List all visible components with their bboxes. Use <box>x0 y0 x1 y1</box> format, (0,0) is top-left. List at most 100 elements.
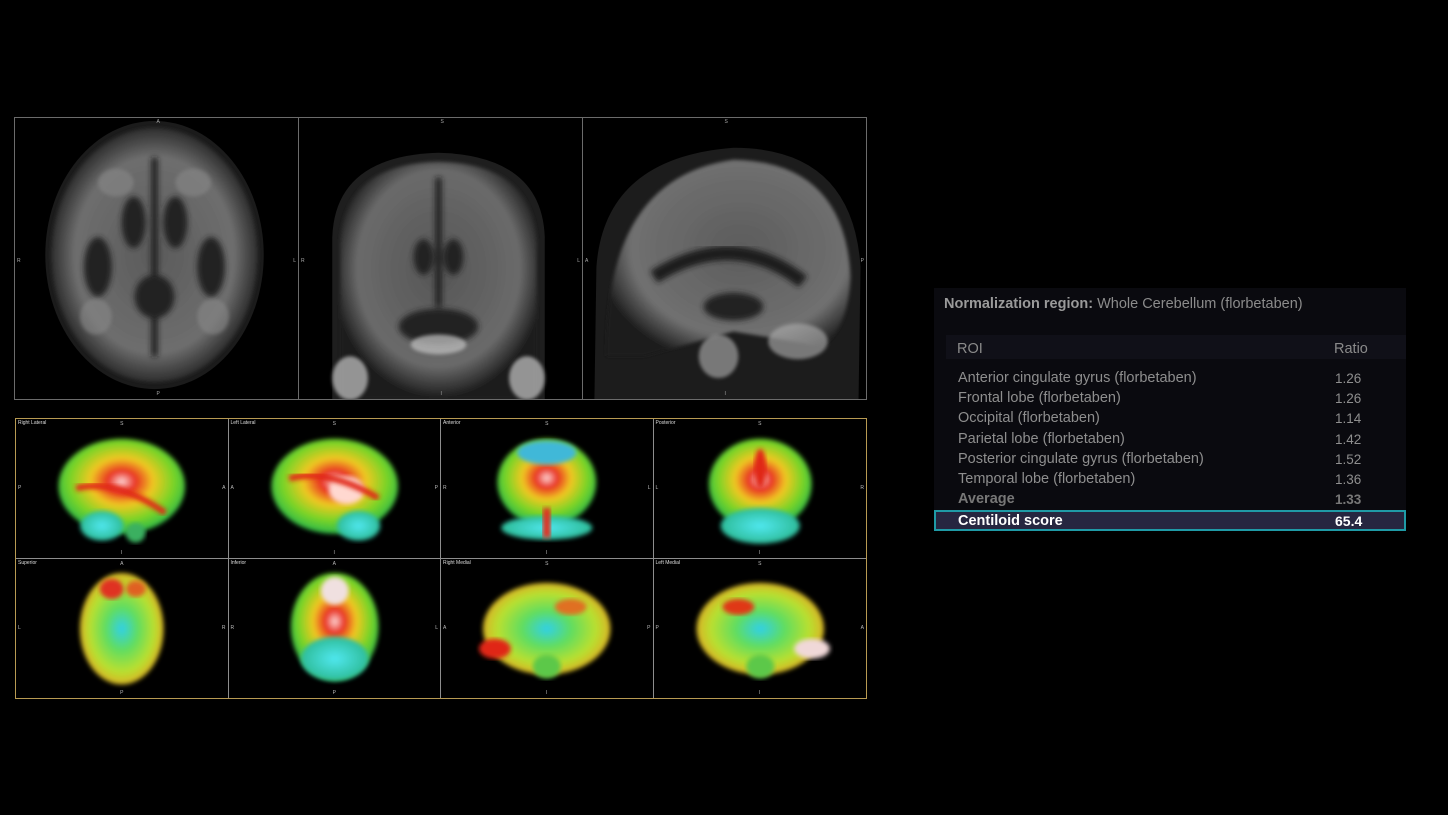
orient-top: S <box>545 560 549 567</box>
normalization-region: Normalization region: Whole Cerebellum (… <box>944 296 1303 312</box>
roi-ratio: 1.26 <box>1335 371 1362 386</box>
orient-bottom: I <box>546 549 548 556</box>
axial-brain-image <box>45 120 264 390</box>
view-label: Superior <box>18 559 37 566</box>
normalization-label: Normalization region: <box>944 296 1094 312</box>
coronal-brain-image <box>332 152 545 399</box>
orient-left: P <box>655 625 659 632</box>
orient-right: L <box>293 257 296 264</box>
roi-name: Posterior cingulate gyrus (florbetaben) <box>958 450 1204 467</box>
orient-left: A <box>230 485 234 492</box>
roi-ratio: 1.26 <box>1335 391 1362 407</box>
average-value: 1.33 <box>1335 492 1362 507</box>
roi-table-header: ROI Ratio <box>946 335 1406 359</box>
view-left-medial[interactable]: Left Medial S I P A <box>654 559 867 699</box>
view-posterior[interactable]: Posterior S I L R <box>653 419 866 559</box>
view-right-lateral[interactable]: Right Lateral S I P A <box>16 419 229 559</box>
view-superior[interactable]: Superior A P L R <box>16 558 229 698</box>
col-header-ratio[interactable]: Ratio <box>1334 341 1368 357</box>
roi-table-body: Anterior cingulate gyrus (florbetaben) 1… <box>958 370 1404 491</box>
mri-coronal-view[interactable]: S I R L <box>299 118 583 399</box>
orient-bottom: I <box>759 549 761 556</box>
roi-name: Occipital (florbetaben) <box>958 410 1100 427</box>
orient-right: P <box>647 625 651 632</box>
orient-left: R <box>443 485 447 492</box>
mri-axial-view[interactable]: A P R L <box>15 118 299 399</box>
orient-top: S <box>545 421 549 427</box>
roi-name: Frontal lobe (florbetaben) <box>958 390 1121 407</box>
orient-bottom: I <box>333 549 335 556</box>
orient-left: L <box>18 625 21 632</box>
table-row[interactable]: Frontal lobe (florbetaben) 1.26 <box>958 390 1404 410</box>
brain-surface-render <box>497 438 597 540</box>
brain-surface-render <box>270 438 398 541</box>
view-label: Anterior <box>443 420 461 426</box>
normalization-value: Whole Cerebellum (florbetaben) <box>1097 296 1303 312</box>
orient-right: L <box>435 625 438 632</box>
orient-bottom: I <box>546 690 548 696</box>
brain-surface-render <box>478 582 611 679</box>
view-label: Left Lateral <box>230 420 256 426</box>
view-label: Inferior <box>230 559 247 566</box>
view-label: Right Medial <box>443 559 471 566</box>
orient-right: A <box>222 485 226 492</box>
centiloid-score-row[interactable]: Centiloid score 65.4 <box>934 510 1406 531</box>
table-row[interactable]: Parietal lobe (florbetaben) 1.42 <box>958 431 1404 451</box>
orient-top: A <box>332 560 336 567</box>
average-row[interactable]: Average 1.33 <box>958 491 1404 511</box>
orient-bottom: I <box>759 690 761 696</box>
brain-surface-render <box>79 572 164 685</box>
orient-bottom: I <box>121 549 123 556</box>
orient-left: P <box>18 485 22 492</box>
orient-right: R <box>221 625 226 632</box>
orient-top: S <box>724 119 728 125</box>
view-label: Left Medial <box>655 559 680 566</box>
view-inferior[interactable]: Inferior A P R L <box>229 558 441 698</box>
brain-surface-render <box>695 582 830 679</box>
average-label: Average <box>958 491 1015 507</box>
orient-top: S <box>332 421 336 427</box>
orient-bottom: P <box>120 690 124 696</box>
orient-left: A <box>585 257 589 264</box>
orient-left: R <box>301 257 305 264</box>
orient-bottom: I <box>440 391 442 397</box>
table-row[interactable]: Posterior cingulate gyrus (florbetaben) … <box>958 451 1404 471</box>
centiloid-value: 65.4 <box>1335 513 1363 529</box>
mri-viewer: A P R L S I R L S I A P <box>14 117 867 400</box>
centiloid-label: Centiloid score <box>958 513 1063 529</box>
roi-name: Temporal lobe (florbetaben) <box>958 470 1136 487</box>
view-anterior[interactable]: Anterior S I R L <box>441 419 654 559</box>
brain-surface-render <box>708 438 812 544</box>
orient-top: S <box>758 560 762 567</box>
orient-top: S <box>758 421 762 427</box>
roi-ratio: 1.42 <box>1335 431 1362 447</box>
orient-top: A <box>156 119 160 125</box>
col-header-roi[interactable]: ROI <box>957 341 983 357</box>
sagittal-brain-image <box>594 147 861 399</box>
orient-top: A <box>120 560 124 567</box>
orient-top: S <box>440 119 444 125</box>
roi-ratio: 1.36 <box>1335 471 1362 487</box>
orient-left: L <box>655 485 659 492</box>
table-row[interactable]: Anterior cingulate gyrus (florbetaben) 1… <box>958 370 1404 390</box>
table-row[interactable]: Temporal lobe (florbetaben) 1.36 <box>958 471 1404 491</box>
roi-name: Parietal lobe (florbetaben) <box>958 430 1125 447</box>
table-row[interactable]: Occipital (florbetaben) 1.14 <box>958 410 1404 430</box>
orient-bottom: I <box>724 391 726 397</box>
mri-sagittal-view[interactable]: S I A P <box>583 118 866 399</box>
orient-left: A <box>443 625 447 632</box>
view-label: Right Lateral <box>18 420 47 426</box>
orient-left: R <box>230 625 235 632</box>
roi-ratio: 1.14 <box>1335 411 1362 427</box>
orient-right: L <box>577 257 580 264</box>
view-right-medial[interactable]: Right Medial S I A P <box>441 558 654 698</box>
roi-results-panel: Normalization region: Whole Cerebellum (… <box>934 288 1406 531</box>
orient-right: A <box>860 625 864 632</box>
orient-bottom: P <box>156 391 160 397</box>
brain-surface-render <box>290 572 379 681</box>
orient-right: L <box>647 485 651 492</box>
orient-bottom: P <box>332 690 336 696</box>
roi-name: Anterior cingulate gyrus (florbetaben) <box>958 370 1197 386</box>
view-left-lateral[interactable]: Left Lateral S I A P <box>228 419 441 559</box>
surface-projection-grid: Right Lateral S I P A Left Lateral S I A… <box>15 418 867 699</box>
